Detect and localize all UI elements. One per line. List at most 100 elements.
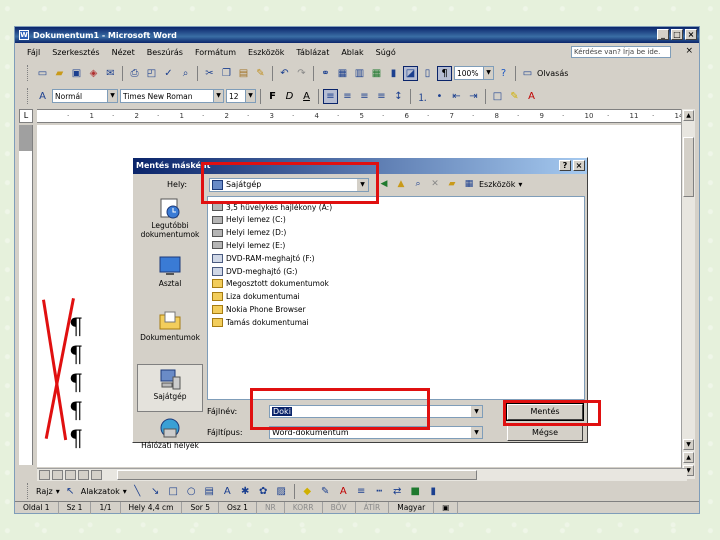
styles-pane-icon[interactable]: A [35,89,50,104]
back-icon[interactable]: ◀ [377,177,391,191]
shadow-icon[interactable]: ■ [408,484,423,499]
justify-icon[interactable]: ≡ [374,89,389,104]
status-trk[interactable]: KORR [285,502,323,514]
print-preview-icon[interactable]: ◰ [144,66,159,81]
print-icon[interactable]: ⎙ [127,66,142,81]
place-desktop[interactable]: Asztal [137,252,203,300]
dialog-help-button[interactable]: ? [559,160,571,171]
file-list-item[interactable]: Helyi lemez (D:) [212,227,286,239]
new-folder-icon[interactable]: ▰ [445,177,459,191]
toolbar-grip[interactable] [27,65,30,81]
toolbar-grip[interactable] [27,88,30,104]
outline-view-icon[interactable] [78,470,89,480]
show-hide-pilcrow-icon[interactable]: ¶ [437,65,452,81]
menu-table[interactable]: Táblázat [290,48,335,57]
permission-icon[interactable]: ◈ [86,66,101,81]
tab-selector[interactable]: L [19,109,33,123]
read-icon[interactable]: ▭ [520,66,535,81]
bullets-icon[interactable]: • [432,89,447,104]
views-icon[interactable]: ▦ [462,177,476,191]
decrease-indent-icon[interactable]: ⇤ [449,89,464,104]
zoom-select[interactable]: 100% ▼ [454,66,494,80]
scroll-down-icon[interactable]: ▼ [683,439,694,450]
close-window-button[interactable]: × [685,29,697,40]
font-color-icon[interactable]: A [524,89,539,104]
file-list-item[interactable]: Nokia Phone Browser [212,303,306,315]
border-icon[interactable]: □ [490,89,505,104]
line-style-icon[interactable]: ≡ [354,484,369,499]
menu-format[interactable]: Formátum [189,48,242,57]
file-list[interactable]: 3,5 hüvelykes hajlékony (A:) Helyi lemez … [207,196,585,400]
align-center-icon[interactable]: ≡ [340,89,355,104]
increase-indent-icon[interactable]: ⇥ [466,89,481,104]
diagram-icon[interactable]: ✱ [238,484,253,499]
file-list-item[interactable]: Liza dokumentumai [212,291,300,303]
scroll-thumb[interactable] [683,137,694,197]
reading-view-icon[interactable] [91,470,102,480]
align-left-icon[interactable]: ≡ [323,88,338,104]
line-color-icon[interactable]: ✎ [318,484,333,499]
place-network[interactable]: Hálózati helyek [137,414,203,462]
spelling-icon[interactable]: ✓ [161,66,176,81]
ask-question-input[interactable]: Kérdése van? Írja be ide. [571,46,671,58]
toolbar-grip[interactable] [27,483,30,499]
read-button[interactable]: Olvasás [537,69,568,78]
file-list-item[interactable]: DVD-RAM-meghajtó (F:) [212,252,315,264]
menu-edit[interactable]: Szerkesztés [46,48,105,57]
file-list-item[interactable]: Megosztott dokumentumok [212,278,329,290]
minimize-button[interactable]: _ [657,29,669,40]
close-document-button[interactable]: × [685,46,693,56]
search-web-icon[interactable]: ⌕ [411,177,425,191]
file-list-item[interactable]: Helyi lemez (E:) [212,239,285,251]
status-ovr[interactable]: ÁTÍR [356,502,390,514]
menu-window[interactable]: Ablak [335,48,369,57]
text-box-icon[interactable]: ▤ [202,484,217,499]
file-list-item[interactable]: Tamás dokumentumai [212,316,309,328]
status-ext[interactable]: BŐV [323,502,356,514]
autoshapes-menu[interactable]: Alakzatok [81,487,120,496]
paste-icon[interactable]: ▤ [236,66,251,81]
arrow-style-icon[interactable]: ⇄ [390,484,405,499]
web-view-icon[interactable] [52,470,63,480]
research-icon[interactable]: ⌕ [178,66,193,81]
picture-icon[interactable]: ▨ [274,484,289,499]
menu-insert[interactable]: Beszúrás [141,48,189,57]
normal-view-icon[interactable] [39,470,50,480]
scroll-up-icon[interactable]: ▲ [683,110,694,121]
align-right-icon[interactable]: ≡ [357,89,372,104]
tools-menu[interactable]: Eszközök [479,180,515,189]
line-spacing-icon[interactable]: ↕ [391,89,406,104]
fill-color-icon[interactable]: ◆ [300,484,315,499]
hyperlink-icon[interactable]: ⚭ [318,66,333,81]
clipart-icon[interactable]: ✿ [256,484,271,499]
email-icon[interactable]: ✉ [103,66,118,81]
cut-icon[interactable]: ✂ [202,66,217,81]
menu-tools[interactable]: Eszközök [242,48,290,57]
place-recent[interactable]: Legutóbbi dokumentumok [137,194,203,242]
menu-help[interactable]: Súgó [370,48,402,57]
place-my-computer[interactable]: Sajátgép [137,364,203,412]
spelling-status-icon[interactable]: ▣ [434,502,459,514]
copy-icon[interactable]: ❐ [219,66,234,81]
tables-borders-icon[interactable]: ▦ [335,66,350,81]
horizontal-scroll-thumb[interactable] [117,470,477,480]
document-map-icon[interactable]: ▯ [420,66,435,81]
drawing-icon[interactable]: ◪ [403,65,418,81]
dialog-close-button[interactable]: × [573,160,585,171]
menu-file[interactable]: Fájl [21,48,46,57]
insert-excel-icon[interactable]: ▦ [369,66,384,81]
vertical-scrollbar[interactable]: ▲ ▼ ▲ ▼ [681,109,695,479]
font-select[interactable]: Times New Roman ▼ [120,89,224,103]
rectangle-icon[interactable]: □ [166,484,181,499]
file-list-item[interactable]: Helyi lemez (C:) [212,214,286,226]
file-list-item[interactable]: DVD-meghajtó (G:) [212,265,297,277]
font-size-select[interactable]: 12 ▼ [226,89,256,103]
highlight-icon[interactable]: ✎ [507,89,522,104]
undo-icon[interactable]: ↶ [277,66,292,81]
select-objects-icon[interactable]: ↖ [63,484,78,499]
arrow-icon[interactable]: ↘ [148,484,163,499]
horizontal-scrollbar[interactable] [37,468,687,481]
save-icon[interactable]: ▣ [69,66,84,81]
wordart-icon[interactable]: A [220,484,235,499]
open-folder-icon[interactable]: ▰ [52,66,67,81]
